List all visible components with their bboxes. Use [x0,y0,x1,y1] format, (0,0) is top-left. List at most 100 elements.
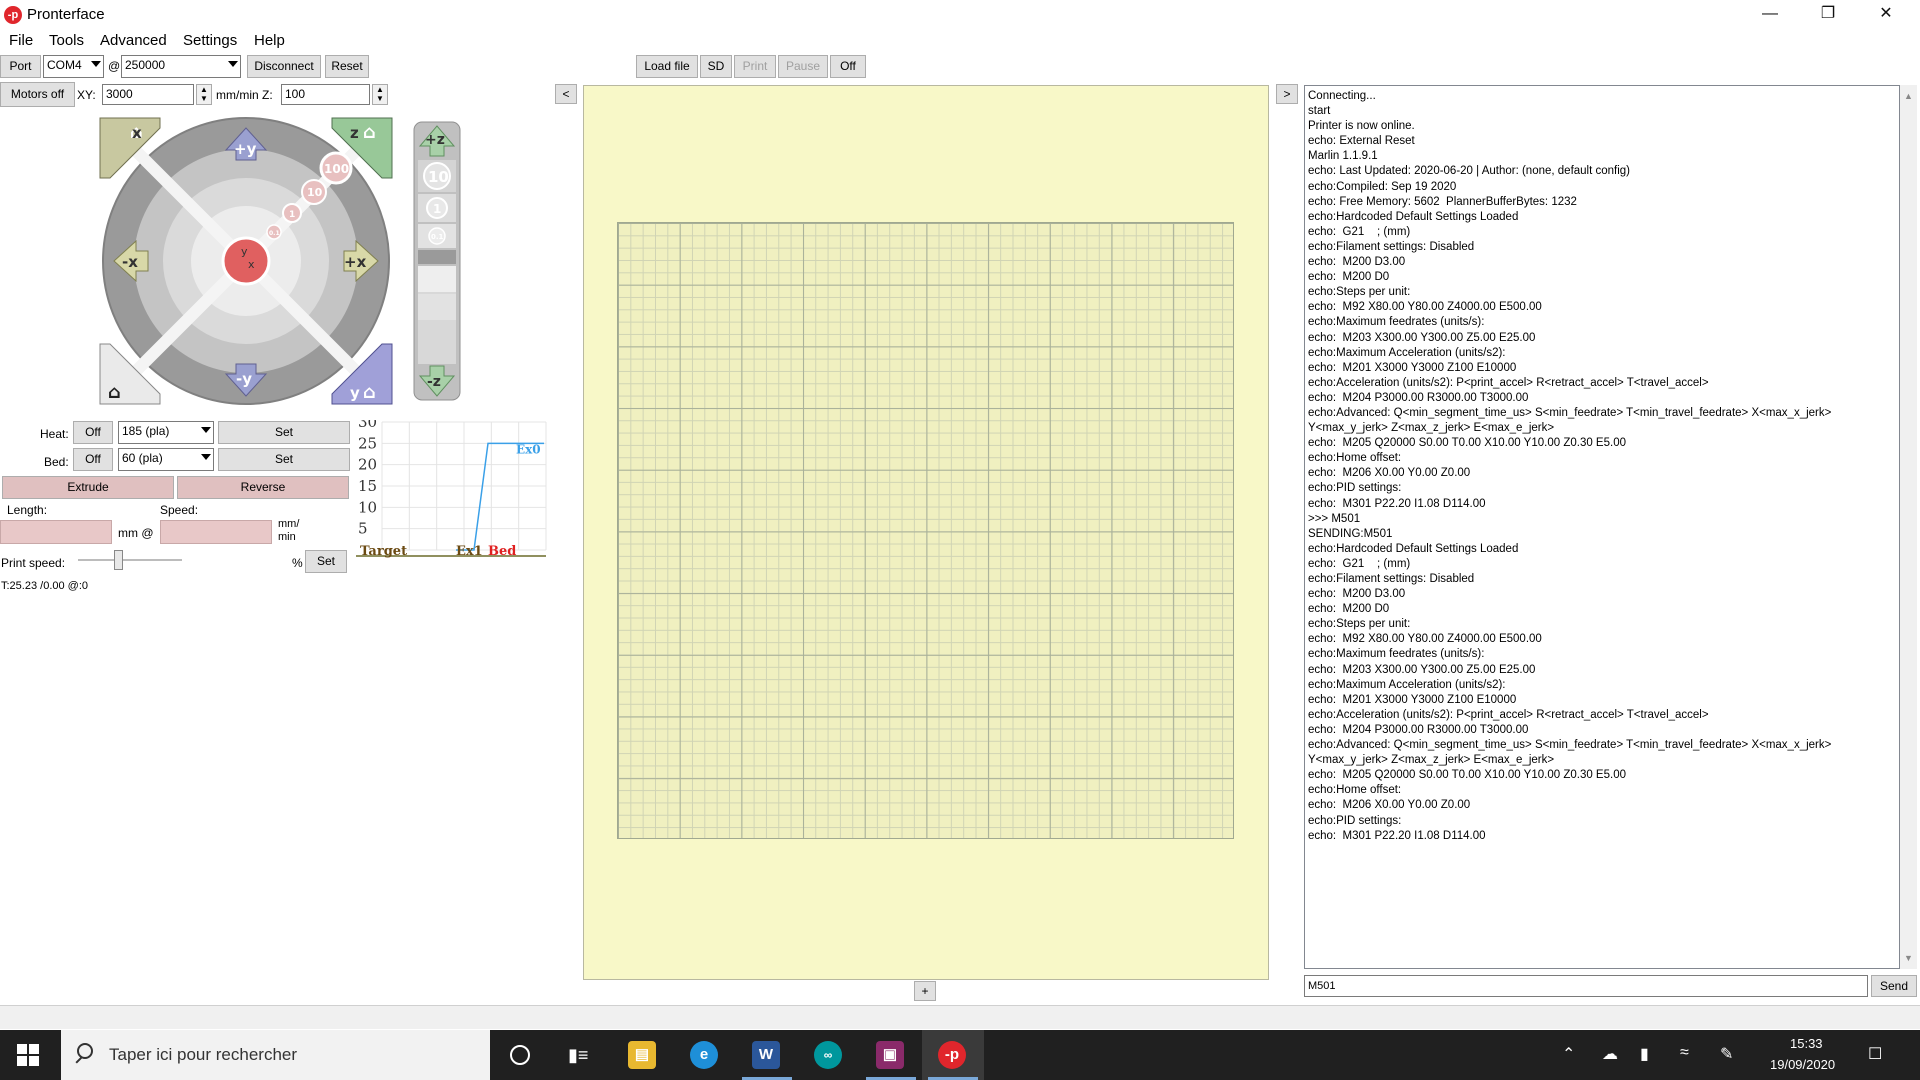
build-plate-grid [617,222,1234,839]
heat-off-button[interactable]: Off [73,421,113,444]
arduino-icon: ∞ [814,1041,842,1069]
task-view-icon[interactable]: ▮≡ [568,1045,588,1066]
graph-y-tick: 5 [358,520,368,538]
pronterface-logo-icon: -p [4,6,22,24]
menu-tools[interactable]: Tools [49,32,84,49]
speed-label: Speed: [160,503,199,517]
pen-icon[interactable]: ✎ [1720,1044,1733,1064]
disconnect-button[interactable]: Disconnect [247,55,321,78]
step-0-1-button[interactable]: 0.1 [266,224,282,240]
z-step-0-1-button[interactable]: 0.1 [418,224,456,248]
console-line: Y<max_y_jerk> Z<max_z_jerk> E<max_e_jerk… [1308,754,1555,767]
graph-y-tick: 30 [358,420,377,431]
maximize-button[interactable]: ❐ [1800,0,1856,30]
extrude-button[interactable]: Extrude [2,476,174,499]
step-1-button[interactable]: 1 [282,203,302,223]
step-10-button[interactable]: 10 [301,179,327,205]
speed-input[interactable] [160,520,272,544]
menu-settings[interactable]: Settings [183,32,237,49]
collapse-left-button[interactable]: < [555,84,577,104]
console-line: echo: M204 P3000.00 R3000.00 T3000.00 [1308,723,1529,736]
step-100-button[interactable]: 100 [319,151,353,185]
z-jog-control[interactable]: +z 10 1 0.1 -z [412,120,462,402]
z-feedrate-input[interactable]: 100 [281,84,370,105]
home-y-icon: ⌂ [363,382,376,403]
pause-button[interactable]: Pause [778,55,828,78]
minimize-button[interactable]: — [1742,0,1798,30]
length-input[interactable] [0,520,112,544]
print-speed-slider-thumb[interactable] [113,550,123,570]
reset-button[interactable]: Reset [325,55,369,78]
console-line: echo:Acceleration (units/s2): P<print_ac… [1308,708,1709,721]
console-line: echo: M203 X300.00 Y300.00 Z5.00 E25.00 [1308,331,1536,344]
print-speed-label: Print speed: [1,556,66,570]
heat-temp-select[interactable]: 185 (pla) [118,421,214,444]
xy-feedrate-input[interactable]: 3000 [102,84,194,105]
console-line: echo: M204 P3000.00 R3000.00 T3000.00 [1308,391,1529,404]
taskbar-search-box[interactable]: Taper ici pour rechercher [61,1030,490,1080]
console-line: echo:Home offset: [1308,452,1402,465]
xy-label: XY: [77,88,96,102]
xy-jog-control[interactable]: ⌂ x z ⌂ ⌂ y ⌂ +y -y -x +x 100 10 1 0.1 y… [98,116,398,406]
word-icon: W [752,1041,780,1069]
taskbar-winrar[interactable]: ▣ [860,1030,922,1080]
menu-file[interactable]: File [9,32,33,49]
bed-off-button[interactable]: Off [73,448,113,471]
console-line: echo: Last Updated: 2020-06-20 | Author:… [1308,165,1631,178]
heat-label: Heat: [40,427,69,441]
z-step-1-button[interactable]: 1 [418,194,456,222]
console-line: echo: M92 X80.00 Y80.00 Z4000.00 E500.00 [1308,301,1542,314]
add-object-button[interactable]: + [914,981,936,1001]
send-button[interactable]: Send [1871,975,1917,997]
plus-x-label: +x [344,253,367,271]
graph-y-tick: 15 [358,477,377,495]
z-step-10-button[interactable]: 10 [418,160,456,192]
console-line: echo: Free Memory: 5602 PlannerBufferByt… [1308,195,1577,208]
xy-feedrate-stepper[interactable]: ▲ ▼ [196,84,212,105]
bed-temp-select[interactable]: 60 (pla) [118,448,214,471]
port-select[interactable]: COM4 [43,55,104,78]
menu-help[interactable]: Help [254,32,285,49]
show-hidden-icons-icon[interactable]: ⌃ [1562,1044,1575,1064]
scroll-down-icon[interactable]: ▼ [1904,953,1913,963]
console-log[interactable]: Connecting... start Printer is now online.… [1304,85,1900,969]
print-speed-slider[interactable] [78,550,182,570]
graph-y-tick: 10 [358,498,377,516]
close-button[interactable]: ✕ [1858,0,1914,30]
console-line: echo:PID settings: [1308,482,1402,495]
onedrive-icon[interactable]: ☁ [1602,1044,1618,1064]
wifi-icon[interactable]: ≈ [1680,1044,1689,1062]
baud-select[interactable]: 250000 [121,55,241,78]
battery-icon[interactable]: ▮ [1640,1044,1649,1064]
motors-off-button[interactable]: Motors off [0,82,75,107]
notifications-icon[interactable]: ☐ [1868,1044,1882,1064]
scroll-up-icon[interactable]: ▲ [1904,91,1913,101]
windows-start-icon[interactable] [17,1044,39,1066]
command-input[interactable]: M501 [1304,975,1868,997]
z-minus-label: -z [427,374,441,390]
taskbar-file-explorer[interactable]: ▤ [612,1030,674,1080]
taskbar-pronterface[interactable]: -p [922,1030,984,1080]
taskbar-edge[interactable]: e [674,1030,736,1080]
z-feedrate-stepper[interactable]: ▲ ▼ [372,84,388,105]
console-line: >>> M501 [1308,512,1361,525]
print-button[interactable]: Print [734,55,776,78]
taskbar-word[interactable]: W [736,1030,798,1080]
print-speed-set-button[interactable]: Set [305,550,347,573]
console-scrollbar[interactable]: ▲ ▼ [1900,85,1917,969]
console-line: echo:Steps per unit: [1308,618,1411,631]
length-label: Length: [7,503,48,517]
menu-advanced[interactable]: Advanced [100,32,167,49]
off-button[interactable]: Off [830,55,866,78]
cortana-icon[interactable] [510,1045,530,1065]
reverse-button[interactable]: Reverse [177,476,349,499]
taskbar-arduino[interactable]: ∞ [798,1030,860,1080]
collapse-right-button[interactable]: > [1276,84,1298,104]
heat-set-button[interactable]: Set [218,421,350,444]
bed-set-button[interactable]: Set [218,448,350,471]
winrar-icon: ▣ [876,1041,904,1069]
graph-series-label: Ex0 [516,442,541,456]
load-file-button[interactable]: Load file [636,55,698,78]
sd-button[interactable]: SD [700,55,732,78]
console-line: echo: G21 ; (mm) [1308,557,1411,570]
